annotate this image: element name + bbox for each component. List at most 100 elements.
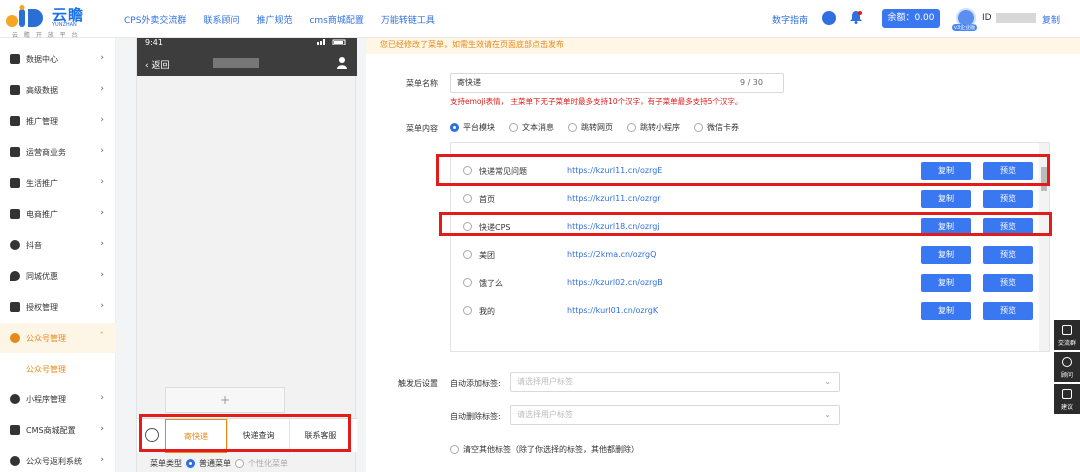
sidebar-subitem-official-account[interactable]: 公众号管理 <box>26 364 66 375</box>
list-item[interactable]: 美团 https://2kma.cn/ozrgQ 复制 预览 <box>451 241 1041 269</box>
option-wechat-coupon[interactable]: 微信卡券 <box>694 122 739 133</box>
user-icon[interactable] <box>337 57 347 69</box>
sidebar-item-official-account[interactable]: 公众号管理 ˆ <box>0 323 116 353</box>
nav-link[interactable]: CPS外卖交流群 <box>124 13 186 26</box>
bell-icon[interactable] <box>850 11 862 24</box>
chevron-right-icon: › <box>100 270 104 280</box>
radio[interactable] <box>450 123 459 132</box>
chevron-right-icon: › <box>100 208 104 218</box>
doc-link[interactable]: 数字指南 <box>772 13 808 26</box>
module-url[interactable]: https://kzurl11.cn/ozrgr <box>567 194 661 203</box>
signal-icon <box>317 39 346 45</box>
sidebar-item-auth[interactable]: 授权管理 › <box>0 292 116 322</box>
sidebar-item-cms[interactable]: CMS商城配置 › <box>0 415 116 445</box>
radio[interactable] <box>694 123 703 132</box>
copy-button[interactable]: 复制 <box>921 302 971 320</box>
radio-normal-menu[interactable] <box>186 459 195 468</box>
add-submenu-button[interactable]: + <box>165 387 285 413</box>
radio[interactable] <box>627 123 636 132</box>
card-icon <box>10 147 20 157</box>
copy-id-button[interactable]: 复制 <box>1042 13 1060 26</box>
auto-add-tag-select[interactable]: 请选择用户标签 ⌄ <box>510 372 840 392</box>
option-text-message[interactable]: 文本消息 <box>509 122 554 133</box>
copy-button[interactable]: 复制 <box>921 274 971 292</box>
preview-button[interactable]: 预览 <box>983 274 1033 292</box>
option-jump-web[interactable]: 跳转网页 <box>568 122 613 133</box>
chevron-right-icon: › <box>100 239 104 249</box>
sidebar-item-douyin[interactable]: 抖音 › <box>0 230 116 260</box>
warning-banner: 您已经修改了菜单，如需生效请在页面底部点击发布 <box>366 38 1080 54</box>
top-nav: CPS外卖交流群 联系顾问 推广规范 cms商城配置 万能转链工具 <box>124 13 435 26</box>
chevron-right-icon: › <box>100 146 104 156</box>
option-label: 跳转网页 <box>581 123 613 132</box>
sidebar-item-local[interactable]: 同城优惠 › <box>0 261 116 291</box>
list-item[interactable]: 首页 https://kzurl11.cn/ozrgr 复制 预览 <box>451 185 1041 213</box>
auto-del-tag-select[interactable]: 请选择用户标签 ⌄ <box>510 405 840 425</box>
select-placeholder: 请选择用户标签 <box>517 377 573 386</box>
qq-icon[interactable] <box>822 11 836 25</box>
chevron-down-icon: ⌄ <box>824 377 831 386</box>
nav-link[interactable]: 万能转链工具 <box>381 13 435 26</box>
char-count: 9 / 30 <box>739 78 763 87</box>
copy-button[interactable]: 复制 <box>921 190 971 208</box>
list-item[interactable]: 饿了么 https://kzurl02.cn/ozrgB 复制 预览 <box>451 269 1041 297</box>
nav-link[interactable]: cms商城配置 <box>309 13 363 26</box>
back-button[interactable]: ‹ 返回 <box>145 58 169 71</box>
clear-tags-option[interactable]: 清空其他标签（除了你选择的标签，其他都删除） <box>450 444 639 455</box>
chevron-right-icon: › <box>100 424 104 434</box>
highlight-box-row <box>439 212 1052 236</box>
sidebar-item-operator[interactable]: 运营商业务 › <box>0 137 116 167</box>
menu-name-value: 寄快递 <box>457 78 481 87</box>
radio-label: 个性化菜单 <box>248 459 288 468</box>
module-url[interactable]: https://kzurl02.cn/ozrgB <box>567 278 663 287</box>
radio[interactable] <box>568 123 577 132</box>
clear-tags-label: 清空其他标签（除了你选择的标签，其他都删除） <box>463 445 639 454</box>
balance-button[interactable]: 余额：0.00 <box>882 9 940 28</box>
sidebar-item-data-center[interactable]: 数据中心 › <box>0 44 116 74</box>
radio[interactable] <box>463 194 472 203</box>
radio[interactable] <box>463 278 472 287</box>
sidebar-item-promotion[interactable]: 推广管理 › <box>0 106 116 136</box>
preview-button[interactable]: 预览 <box>983 190 1033 208</box>
list-item[interactable]: 我的 https://kurl01.cn/ozrgK 复制 预览 <box>451 297 1041 325</box>
float-group-chat[interactable]: 交流群 <box>1054 320 1080 350</box>
sidebar-item-label: 运营商业务 <box>26 147 66 157</box>
module-url[interactable]: https://kurl01.cn/ozrgK <box>567 306 658 315</box>
sidebar-item-miniprogram[interactable]: 小程序管理 › <box>0 384 116 414</box>
radio-personal-menu[interactable] <box>235 459 244 468</box>
menu-name-input[interactable]: 寄快递 9 / 30 <box>450 73 784 93</box>
float-label: 建议 <box>1060 404 1073 411</box>
sidebar-item-advanced-data[interactable]: 高级数据 › <box>0 75 116 105</box>
nav-link[interactable]: 联系顾问 <box>203 13 239 26</box>
sidebar: 数据中心 › 高级数据 › 推广管理 › 运营商业务 › 生活推广 › 电商推广 › 抖音 ›… <box>0 38 116 472</box>
auto-add-label: 自动添加标签: <box>450 379 501 388</box>
sidebar-item-label: 小程序管理 <box>26 394 66 404</box>
key-icon <box>10 302 20 312</box>
sidebar-item-ecommerce[interactable]: 电商推广 › <box>0 199 116 229</box>
module-url[interactable]: https://2kma.cn/ozrgQ <box>567 250 656 259</box>
nav-link[interactable]: 推广规范 <box>256 13 292 26</box>
preview-button[interactable]: 预览 <box>983 246 1033 264</box>
float-consultant[interactable]: 顾问 <box>1054 352 1080 382</box>
radio[interactable] <box>509 123 518 132</box>
preview-button[interactable]: 预览 <box>983 302 1033 320</box>
menu-type-row: 菜单类型 普通菜单 个性化菜单 <box>150 458 288 469</box>
radio[interactable] <box>463 250 472 259</box>
option-jump-miniprogram[interactable]: 跳转小程序 <box>627 122 680 133</box>
id-label: ID <box>982 13 992 23</box>
radio[interactable] <box>463 306 472 315</box>
logo-mark-icon <box>6 5 43 27</box>
logo[interactable]: 云瞻 YUNZHAN 云 瞻 开 放 平 台 <box>6 3 96 39</box>
sidebar-item-label: 公众号返利系统 <box>26 456 82 466</box>
brand-sub: YUNZHAN <box>52 22 77 28</box>
sidebar-item-rebate[interactable]: 公众号返利系统 › <box>0 446 116 472</box>
float-feedback[interactable]: 建议 <box>1054 384 1080 414</box>
option-platform-module[interactable]: 平台模块 <box>450 122 495 133</box>
copy-button[interactable]: 复制 <box>921 246 971 264</box>
chevron-right-icon: › <box>100 84 104 94</box>
option-label: 跳转小程序 <box>640 123 680 132</box>
sidebar-item-life[interactable]: 生活推广 › <box>0 168 116 198</box>
menu-type-label: 菜单类型 <box>150 459 182 468</box>
radio[interactable] <box>450 445 459 454</box>
chevron-right-icon: › <box>100 455 104 465</box>
